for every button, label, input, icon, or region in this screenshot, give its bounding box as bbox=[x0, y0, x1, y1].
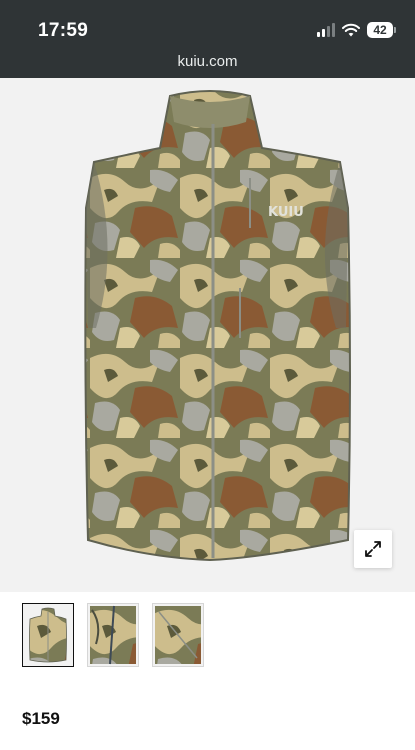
thumbnail-vest-closeup-image bbox=[155, 606, 201, 664]
product-thumbnail-1[interactable] bbox=[22, 603, 74, 667]
product-price: $159 bbox=[22, 709, 60, 728]
status-bar: 17:59 42 kuiu.com bbox=[0, 0, 415, 78]
thumbnail-vest-front-image bbox=[29, 607, 67, 663]
product-main-image[interactable]: KUIU bbox=[0, 78, 415, 592]
vest-brand-logo: KUIU bbox=[268, 205, 304, 220]
status-icons: 42 bbox=[317, 22, 396, 38]
camo-vest-image: KUIU bbox=[84, 90, 351, 562]
product-thumbnail-3[interactable] bbox=[152, 603, 204, 667]
wifi-icon bbox=[342, 23, 360, 37]
address-bar-url[interactable]: kuiu.com bbox=[0, 53, 415, 70]
cellular-signal-icon bbox=[317, 23, 335, 37]
expand-icon bbox=[365, 541, 381, 557]
battery-icon: 42 bbox=[367, 22, 396, 38]
product-thumbnail-2[interactable] bbox=[87, 603, 139, 667]
status-time: 17:59 bbox=[38, 20, 89, 41]
thumbnail-strip bbox=[22, 603, 204, 667]
thumbnail-vest-detail-image bbox=[90, 605, 136, 665]
expand-image-button[interactable] bbox=[354, 530, 392, 568]
